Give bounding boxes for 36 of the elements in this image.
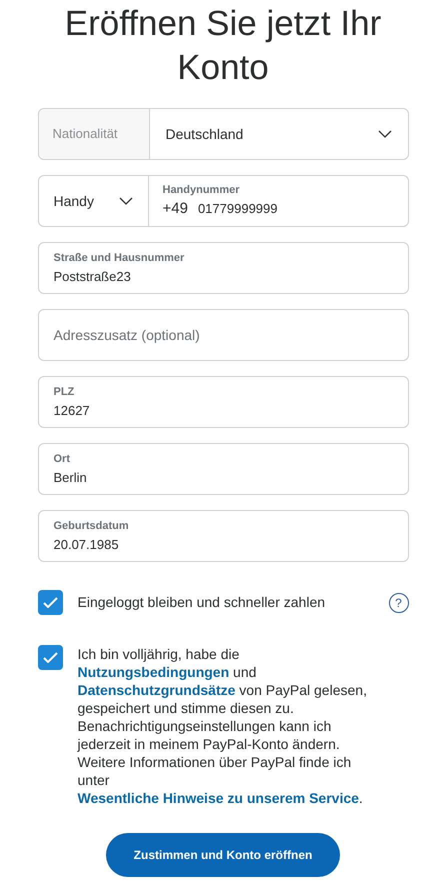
checkbox[interactable] — [38, 645, 62, 670]
field-value: Berlin — [54, 468, 88, 486]
nationality-label: Nationalität — [52, 125, 118, 144]
field-label: Straße und Hausnummer — [54, 251, 186, 266]
field-label: Geburtsdatum — [54, 519, 130, 534]
check-icon — [42, 597, 58, 608]
text-field[interactable]: Adresszusatz (optional) — [38, 309, 408, 361]
submit-button[interactable]: Zustimmen und Konto eröffnen — [106, 833, 340, 877]
field-label: Handynummer — [162, 182, 241, 198]
page-title: Eröffnen Sie jetzt Ihr Konto — [64, 3, 382, 89]
field-label: PLZ — [54, 385, 76, 400]
terms-link[interactable]: Wesentliche Hinweise zu unserem Service — [78, 790, 359, 806]
terms-link[interactable]: Datenschutzgrundsätze — [78, 682, 236, 698]
text-field[interactable]: Straße und Hausnummer Poststraße23 — [38, 242, 408, 294]
terms-text: Ich bin volljährig, habe die Nutzungsbedingungen und Datenschutzgrundsätze von PayPal gelesen, gespeichert und stimme diesen zu. Benachrichtigungseinstellungen kann ich jederzeit in meinem PayPal-Konto ändern. Weitere Informationen über PayPal finde ich unter Wesentliche Hinweise zu unserem Service. — [78, 645, 368, 807]
nationality-select[interactable]: Nationalität Deutschland — [38, 108, 408, 160]
field-label: Ort — [54, 452, 71, 467]
field-value: 12627 — [54, 402, 91, 420]
checkbox-label: Eingeloggt bleiben und schneller zahlen — [78, 593, 326, 612]
field-value: Poststraße23 — [54, 268, 132, 286]
text-field[interactable]: Ort Berlin — [38, 443, 408, 495]
text-field[interactable]: PLZ 12627 — [38, 376, 408, 428]
country-value: Deutschland — [166, 124, 244, 144]
terms-link[interactable]: Nutzungsbedingungen — [78, 664, 230, 680]
phone-value: 01779999999 — [198, 200, 278, 218]
field-placeholder: Adresszusatz (optional) — [54, 326, 200, 345]
phone-field[interactable]: Handynummer +49 01779999999 — [148, 175, 408, 227]
help-icon[interactable]: ? — [388, 592, 408, 612]
field-value: 20.07.1985 — [54, 536, 120, 554]
checkbox[interactable] — [38, 590, 62, 615]
chevron-down-icon — [118, 197, 132, 205]
text-field[interactable]: Geburtsdatum 20.07.1985 — [38, 510, 408, 562]
phone-type-select[interactable]: Handy — [38, 175, 148, 227]
country-code: +49 — [162, 199, 188, 219]
check-icon — [42, 652, 58, 663]
chevron-down-icon — [378, 130, 392, 138]
